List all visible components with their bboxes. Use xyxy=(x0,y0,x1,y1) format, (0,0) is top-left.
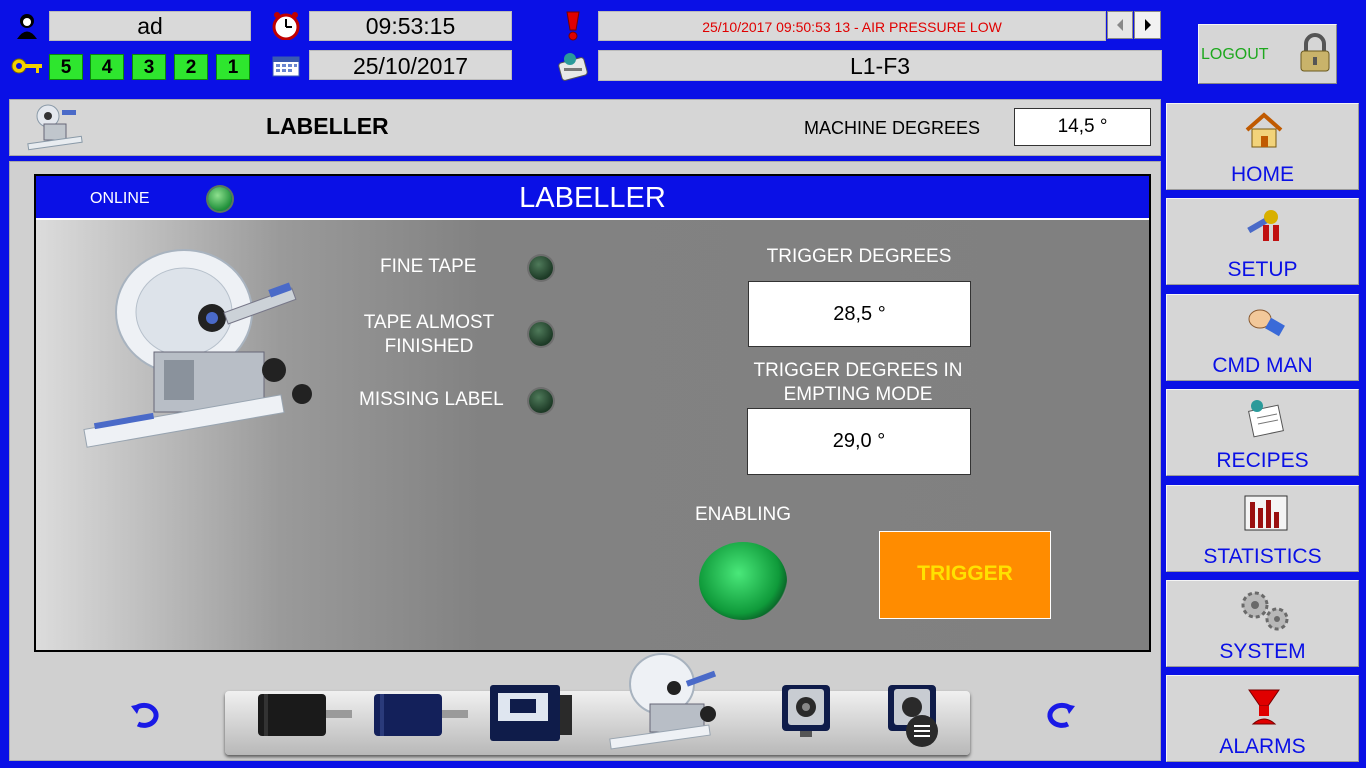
tape-almost-finished-line2: FINISHED xyxy=(384,336,474,357)
nav-setup-button[interactable]: SETUP xyxy=(1166,198,1359,285)
gears-icon xyxy=(1241,591,1289,631)
nav-cmd-man-button[interactable]: CMD MAN xyxy=(1166,294,1359,381)
panel-title: LABELLER xyxy=(519,182,666,214)
nav-cmd-man-label: CMD MAN xyxy=(1212,354,1313,377)
device-camera-1[interactable] xyxy=(778,683,838,744)
time-field: 09:53:15 xyxy=(309,11,512,41)
home-icon xyxy=(1245,112,1283,148)
camera-icon xyxy=(782,685,830,737)
labeller-icon xyxy=(609,653,717,750)
rotate-right-icon xyxy=(1047,702,1075,728)
labeller-icon xyxy=(27,104,83,151)
access-level-3[interactable]: 3 xyxy=(132,54,166,80)
nav-alarms-label: ALARMS xyxy=(1219,735,1306,758)
page-title-bar: LABELLER MACHINE DEGREES 14,5 ° xyxy=(9,99,1161,156)
tape-almost-finished-led xyxy=(529,322,553,346)
nav-system-button[interactable]: SYSTEM xyxy=(1166,580,1359,667)
trigger-empting-value[interactable]: 29,0 ° xyxy=(747,408,971,475)
trigger-button[interactable]: TRIGGER xyxy=(879,531,1051,619)
alarm-message-field[interactable]: 25/10/2017 09:50:53 13 - AIR PRESSURE LO… xyxy=(598,11,1106,41)
nav-alarms-button[interactable]: ALARMS xyxy=(1166,675,1359,762)
rotate-left-icon xyxy=(131,702,159,728)
printer-icon xyxy=(490,685,572,741)
line-icon xyxy=(556,50,590,87)
missing-label-led xyxy=(529,389,553,413)
camera-settings-icon xyxy=(888,685,938,747)
enabling-led[interactable] xyxy=(699,542,787,620)
user-field: ad xyxy=(49,11,251,41)
line-field: L1-F3 xyxy=(598,50,1162,81)
machine-degrees-label: MACHINE DEGREES xyxy=(804,118,981,138)
nav-home-label: HOME xyxy=(1231,163,1294,186)
hand-icon xyxy=(1248,309,1285,337)
fine-tape-led xyxy=(529,256,553,280)
enabling-label: ENABLING xyxy=(694,504,792,525)
padlock-icon xyxy=(1300,33,1330,72)
tools-icon xyxy=(1247,210,1279,241)
alarm-next-button[interactable] xyxy=(1134,11,1161,39)
logout-button[interactable]: LOGOUT xyxy=(1198,24,1337,84)
trigger-button-label: TRIGGER xyxy=(917,562,1013,585)
alarm-prev-button[interactable] xyxy=(1107,11,1133,39)
carousel-next-button[interactable] xyxy=(1044,698,1078,737)
labeller-panel: ONLINE LABELLER FINE TAPE TAPE ALMOST FI… xyxy=(34,174,1151,652)
nav-home-button[interactable]: HOME xyxy=(1166,103,1359,190)
arrow-right-icon xyxy=(1145,19,1151,31)
motor-icon xyxy=(258,694,352,736)
machine-degrees-value: 14,5 ° xyxy=(1014,108,1151,146)
device-motor-1[interactable] xyxy=(256,690,354,745)
device-camera-2[interactable] xyxy=(884,683,946,752)
trigger-empting-label: TRIGGER DEGREES IN EMPTING MODE xyxy=(733,359,983,407)
labeller-machine-image xyxy=(83,249,312,448)
nav-recipes-button[interactable]: RECIPES xyxy=(1166,389,1359,476)
user-icon xyxy=(14,12,40,45)
arrow-left-icon xyxy=(1117,19,1123,31)
calendar-icon xyxy=(272,55,300,82)
device-motor-2[interactable] xyxy=(372,690,470,745)
trigger-empting-label-line1: TRIGGER DEGREES IN xyxy=(753,360,963,381)
access-level-2[interactable]: 2 xyxy=(174,54,208,80)
recipe-icon xyxy=(1248,400,1284,438)
motor-icon xyxy=(374,694,468,736)
logout-label: LOGOUT xyxy=(1201,46,1269,63)
panel-header: ONLINE LABELLER xyxy=(36,176,1149,220)
tape-almost-finished-label: TAPE ALMOST FINISHED xyxy=(346,311,512,359)
nav-statistics-button[interactable]: STATISTICS xyxy=(1166,485,1359,572)
trigger-degrees-label: TRIGGER DEGREES xyxy=(766,246,952,267)
date-field: 25/10/2017 xyxy=(309,50,512,80)
tape-almost-finished-line1: TAPE ALMOST xyxy=(363,312,495,333)
access-level-5[interactable]: 5 xyxy=(49,54,83,80)
nav-system-label: SYSTEM xyxy=(1219,640,1306,663)
siren-icon xyxy=(1248,689,1280,725)
nav-setup-label: SETUP xyxy=(1227,258,1298,281)
device-printer[interactable] xyxy=(488,683,576,748)
missing-label-label: MISSING LABEL xyxy=(359,389,504,410)
chart-icon xyxy=(1244,495,1288,531)
clock-icon xyxy=(271,12,301,45)
access-level-4[interactable]: 4 xyxy=(90,54,124,80)
access-level-1[interactable]: 1 xyxy=(216,54,250,80)
alarm-icon xyxy=(562,10,584,47)
carousel-prev-button[interactable] xyxy=(128,698,162,737)
fine-tape-label: FINE TAPE xyxy=(380,256,477,277)
nav-recipes-label: RECIPES xyxy=(1216,449,1309,472)
trigger-degrees-value[interactable]: 28,5 ° xyxy=(748,281,971,347)
nav-statistics-label: STATISTICS xyxy=(1203,545,1322,568)
key-icon xyxy=(10,52,44,85)
device-labeller[interactable] xyxy=(604,650,729,755)
trigger-empting-label-line2: EMPTING MODE xyxy=(783,384,933,405)
page-title: LABELLER xyxy=(266,113,389,139)
